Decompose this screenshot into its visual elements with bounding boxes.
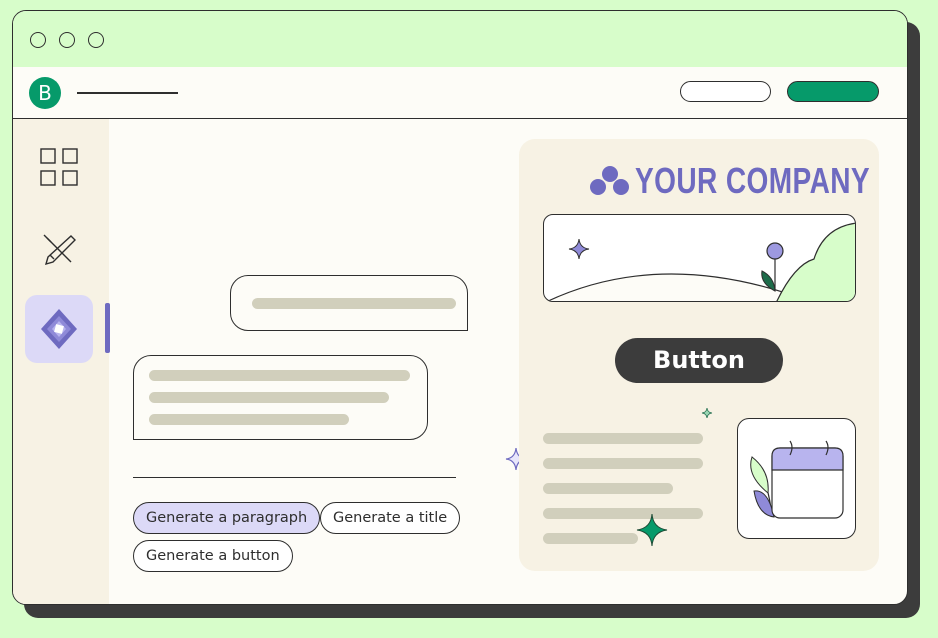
- text-placeholder-line: [149, 392, 389, 403]
- suggestion-chip-button[interactable]: Generate a button: [133, 540, 293, 572]
- sidebar-item-edit[interactable]: [25, 216, 93, 284]
- text-placeholder-line: [543, 433, 703, 444]
- suggestion-chip-title[interactable]: Generate a title: [320, 502, 461, 534]
- landscape-illustration: [546, 222, 855, 301]
- text-placeholder-line: [543, 483, 673, 494]
- small-sparkle-icon: [701, 407, 713, 419]
- text-placeholder-line: [252, 298, 456, 309]
- page-title-placeholder: [77, 92, 178, 94]
- sidebar-item-grid[interactable]: [25, 133, 93, 201]
- text-placeholder-line: [149, 414, 349, 425]
- text-placeholder-line: [149, 370, 410, 381]
- assistant-message-bubble: [133, 355, 428, 440]
- app-logo[interactable]: B: [29, 77, 61, 109]
- text-placeholder-line: [543, 508, 703, 519]
- chat-input-line: [133, 477, 456, 479]
- browser-window: B Generate a paragraph Generate a title …: [12, 10, 908, 605]
- sidebar-item-ai[interactable]: [25, 295, 93, 363]
- company-logo-icon: [590, 166, 629, 195]
- user-message-bubble: [230, 275, 468, 331]
- sidebar-active-indicator: [105, 303, 110, 353]
- window-control-maximize[interactable]: [88, 32, 104, 48]
- grid-icon: [40, 148, 78, 186]
- pencil-icon: [43, 234, 76, 266]
- preview-button[interactable]: Button: [615, 338, 783, 383]
- title-bar: [13, 11, 907, 68]
- company-name: YOUR COMPANY: [635, 160, 871, 201]
- secondary-header-button[interactable]: [680, 81, 771, 102]
- calendar-icon: [750, 440, 844, 519]
- ai-sparkle-icon: [41, 309, 77, 349]
- text-placeholder-line: [543, 458, 703, 469]
- green-sparkle-icon: [636, 513, 668, 547]
- company-logo: YOUR COMPANY: [589, 160, 907, 201]
- sidebar: [13, 119, 109, 604]
- app-header: B: [13, 67, 907, 119]
- window-control-minimize[interactable]: [59, 32, 75, 48]
- window-control-close[interactable]: [30, 32, 46, 48]
- text-placeholder-line: [543, 533, 638, 544]
- hero-image: [543, 214, 856, 302]
- suggestion-chip-paragraph[interactable]: Generate a paragraph: [133, 502, 321, 534]
- website-preview-card: YOUR COMPANY Button: [519, 139, 879, 571]
- calendar-card: [737, 418, 856, 539]
- primary-header-button[interactable]: [787, 81, 879, 102]
